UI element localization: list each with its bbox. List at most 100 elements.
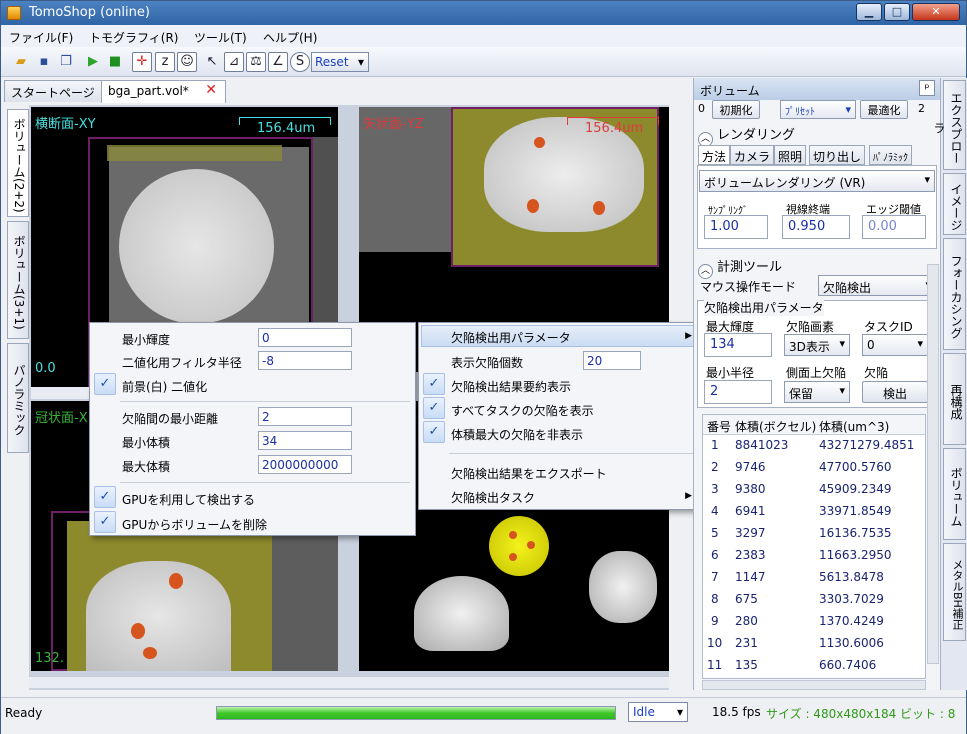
play-icon[interactable]: ▶ <box>83 52 103 72</box>
table-row[interactable]: 4 6941 33971.8549 <box>703 501 925 522</box>
min-distance-label: 欠陥間の最小距離 <box>122 412 219 426</box>
crosshair-icon[interactable]: ✛ <box>132 52 152 72</box>
filter-radius-input[interactable]: -8 <box>258 351 352 370</box>
z-axis-icon[interactable]: z <box>155 52 175 72</box>
min-distance-input[interactable]: 2 <box>258 407 352 426</box>
tab-volume-2-2[interactable]: ボリューム(2+2) <box>7 109 29 217</box>
task-id-dropdown[interactable]: 0 <box>862 334 928 356</box>
status-bar: Ready Idle 18.5 fps サイズ : 480x480x184 ビッ… <box>1 697 966 734</box>
summary-check-icon[interactable]: ✓ <box>423 373 445 395</box>
tab-focusing[interactable]: フォーカシング <box>943 238 966 350</box>
table-row[interactable]: 3 9380 45909.2349 <box>703 479 925 500</box>
panel-scrollbar[interactable] <box>927 264 939 664</box>
table-row[interactable]: 5 3297 16136.7535 <box>703 523 925 544</box>
min-radius-input[interactable]: 2 <box>704 380 772 404</box>
hide-largest-check-icon[interactable]: ✓ <box>423 421 445 443</box>
s-icon[interactable]: S <box>290 52 310 72</box>
table-row[interactable]: 1 8841023 43271279.4851 <box>703 435 925 456</box>
display-count-input[interactable]: 20 <box>583 351 641 370</box>
tab-bga-part[interactable]: bga_part.vol* ✕ <box>101 80 226 103</box>
summary-item[interactable]: 欠陥検出結果要約表示 <box>451 378 571 395</box>
table-row[interactable]: 2 9746 47700.5760 <box>703 457 925 478</box>
close-tab-icon[interactable]: ✕ <box>205 82 217 98</box>
close-button[interactable]: ✕ <box>912 3 960 21</box>
defect-pixel-label: 欠陥画素 <box>786 320 835 334</box>
open-folder-icon[interactable]: ▰ <box>11 52 31 72</box>
menu-tools[interactable]: ツール(T) <box>194 29 247 46</box>
detect-task-item[interactable]: 欠陥検出タスク <box>451 489 535 506</box>
measure-section[interactable]: ︿ 計測ツール <box>698 256 782 279</box>
view-xy-label: 横断面-XY <box>35 117 96 132</box>
export-results-item[interactable]: 欠陥検出結果をエクスポート <box>451 465 607 482</box>
render-tab-clip[interactable]: 切り出し <box>809 145 866 165</box>
max-volume-input[interactable]: 2000000000 <box>258 455 352 474</box>
view-xy-value: 0.0 <box>35 361 56 376</box>
remove-gpu-volume-item[interactable]: GPUからボリュームを削除 <box>122 516 267 533</box>
tab-start-page[interactable]: スタートページ <box>4 80 102 102</box>
init-button[interactable]: 初期化 <box>712 100 760 119</box>
max-luminance-input[interactable]: 134 <box>704 333 772 357</box>
tab-explorer[interactable]: エクスプローラ <box>932 80 966 170</box>
tab-image[interactable]: イメージ <box>943 173 966 235</box>
use-gpu-item[interactable]: GPUを利用して検出する <box>122 491 255 508</box>
pointer-icon[interactable]: ↖ <box>202 52 222 72</box>
menu-help[interactable]: ヘルプ(H) <box>263 29 317 46</box>
all-tasks-item[interactable]: すべてタスクの欠陥を表示 <box>451 402 594 419</box>
optimize-button[interactable]: 最適化 <box>860 100 908 119</box>
remove-gpu-volume-check-icon[interactable]: ✓ <box>94 511 116 533</box>
min-luminance-input[interactable]: 0 <box>258 328 352 347</box>
filter-radius-label: 二値化用フィルタ半径 <box>122 356 242 370</box>
side-defect-dropdown[interactable]: 保留 <box>784 381 850 403</box>
weight-icon[interactable]: ⚖ <box>246 52 266 72</box>
table-row[interactable]: 7 1147 5613.8478 <box>703 567 925 588</box>
render-method-dropdown[interactable]: ボリュームレンダリング (VR) <box>699 170 935 192</box>
tab-metal-bh[interactable]: メタルBH補正 <box>943 543 966 641</box>
hide-largest-item[interactable]: 体積最大の欠陥を非表示 <box>451 426 583 443</box>
render-tab-camera[interactable]: カメラ <box>730 145 775 165</box>
preset-dropdown[interactable]: ﾌﾟﾘｾｯﾄ <box>780 100 856 119</box>
foreground-binarize-item[interactable]: 前景(白) 二値化 <box>122 378 207 395</box>
all-tasks-check-icon[interactable]: ✓ <box>423 397 445 419</box>
tab-reconstruction[interactable]: 再構成 <box>943 353 966 445</box>
maximize-button[interactable]: □ <box>884 3 910 21</box>
min-luminance-label: 最小輝度 <box>122 333 171 347</box>
render-tab-method[interactable]: 方法 <box>698 145 731 165</box>
foreground-binarize-check-icon[interactable]: ✓ <box>94 373 116 395</box>
view-scrollbar[interactable] <box>29 676 669 688</box>
menu-file[interactable]: ファイル(F) <box>9 29 73 46</box>
defect-params-item[interactable]: 欠陥検出用パラメータ <box>451 329 571 346</box>
min-volume-input[interactable]: 34 <box>258 431 352 450</box>
use-gpu-check-icon[interactable]: ✓ <box>94 486 116 508</box>
pin-icon[interactable]: ᵖ <box>919 80 935 96</box>
render-tab-light[interactable]: 照明 <box>774 145 807 165</box>
main-window: TomoShop (online) ▁ □ ✕ ファイル(F) トモグラフィ(R… <box>0 0 967 734</box>
minimize-button[interactable]: ▁ <box>856 3 882 21</box>
table-row[interactable]: 10 231 1130.6006 <box>703 633 925 654</box>
tab-volume-3-1[interactable]: ボリューム(3+1) <box>7 221 29 339</box>
menu-tomography[interactable]: トモグラフィ(R) <box>89 29 178 46</box>
sampling-input[interactable]: 1.00 <box>704 215 768 239</box>
rendering-section[interactable]: ︿ レンダリング <box>698 124 795 147</box>
table-row[interactable]: 6 2383 11663.2950 <box>703 545 925 566</box>
mode-dropdown[interactable]: Idle <box>628 702 688 722</box>
stop-icon[interactable]: ■ <box>105 52 125 72</box>
table-row[interactable]: 8 675 3303.7029 <box>703 589 925 610</box>
table-row[interactable]: 9 280 1370.4249 <box>703 611 925 632</box>
reset-dropdown[interactable]: Reset ▾ <box>311 52 369 72</box>
render-tab-panoramic[interactable]: ﾊﾟﾉﾗﾐｯｸ <box>869 145 912 165</box>
tab-volume[interactable]: ボリューム <box>943 448 966 540</box>
max-volume-label: 最大体積 <box>122 460 171 474</box>
table-row[interactable]: 11 135 660.7406 <box>703 655 925 676</box>
save-all-icon[interactable]: ❐ <box>56 52 76 72</box>
ray-end-input[interactable]: 0.950 <box>782 215 850 239</box>
angle-icon[interactable]: ∠ <box>268 52 288 72</box>
users-icon[interactable]: ☺ <box>177 52 197 72</box>
detect-button[interactable]: 検出 <box>862 381 928 403</box>
defect-pixel-dropdown[interactable]: 3D表示 <box>784 334 850 356</box>
save-icon[interactable]: ▪ <box>34 52 54 72</box>
table-scrollbar[interactable] <box>702 680 926 690</box>
tab-panoramic[interactable]: パノラミック <box>7 343 29 453</box>
edge-threshold-input[interactable]: 0.00 <box>862 215 926 239</box>
mouse-mode-dropdown[interactable]: 欠陥検出 <box>818 275 936 296</box>
ruler-icon[interactable]: ⊿ <box>224 52 244 72</box>
